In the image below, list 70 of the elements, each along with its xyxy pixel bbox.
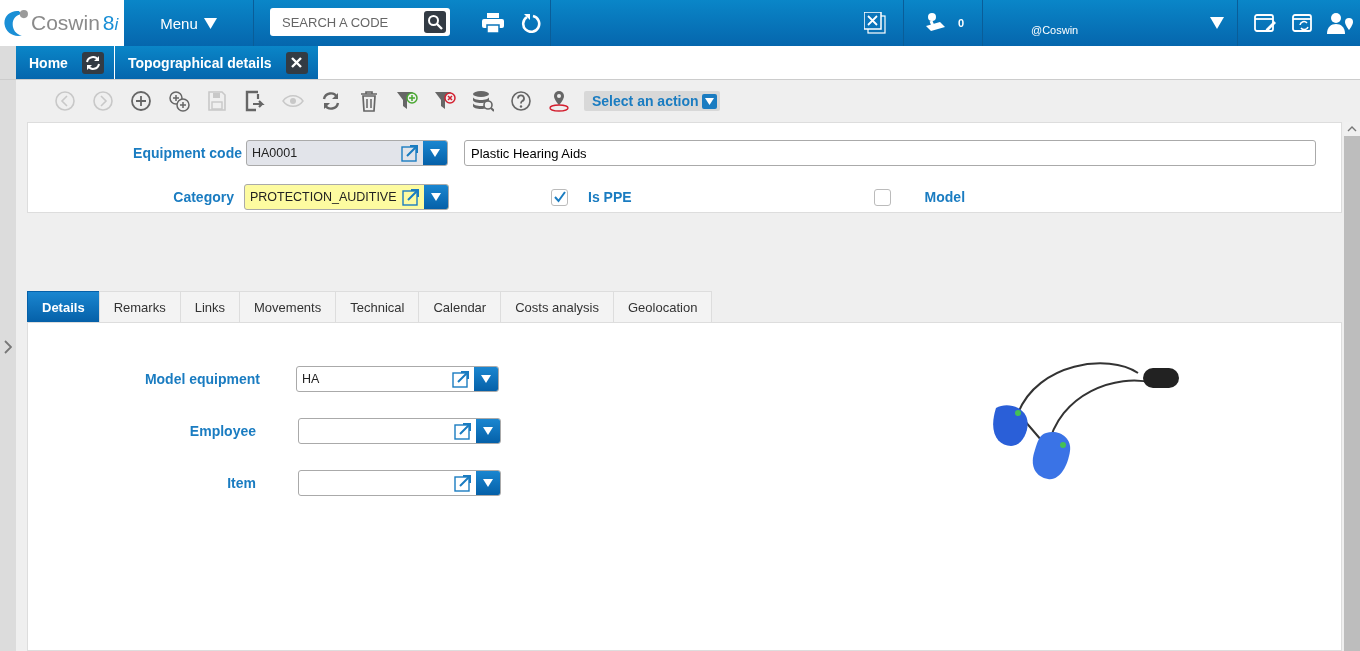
add-icon — [130, 90, 152, 112]
save-icon — [206, 90, 228, 112]
open-link-icon[interactable] — [401, 144, 419, 162]
help-icon — [510, 90, 532, 112]
dropdown-caret-icon[interactable] — [431, 193, 441, 201]
tab-title[interactable]: Topographical details — [127, 54, 272, 71]
field-label: Category — [172, 189, 234, 205]
open-link-icon[interactable] — [454, 422, 472, 440]
scroll-up-icon[interactable] — [1344, 122, 1360, 136]
dropdown-caret-icon[interactable] — [483, 479, 493, 487]
tab[interactable]: Costs analysis — [500, 291, 614, 322]
checkbox-label: Model — [924, 189, 966, 205]
dropdown-caret-icon[interactable] — [483, 427, 493, 435]
user-location-icon[interactable] — [1327, 12, 1355, 34]
field-label: Item — [226, 475, 256, 491]
search-field[interactable]: SEARCH A CODE — [270, 8, 450, 36]
forward-icon — [92, 90, 114, 112]
filter-remove-icon — [434, 90, 456, 112]
close-tab-button[interactable] — [285, 51, 308, 74]
category-field[interactable]: PROTECTION_AUDITIVE — [244, 184, 449, 210]
tab[interactable]: Links — [179, 291, 240, 322]
lookup-field[interactable]: HA — [296, 366, 499, 392]
edit-window-icon[interactable] — [1254, 13, 1276, 33]
dropdown-caret-icon[interactable] — [430, 149, 440, 157]
search-icon[interactable] — [427, 14, 443, 30]
caret-icon[interactable] — [1210, 17, 1224, 29]
filter-add-icon — [396, 90, 418, 112]
tab[interactable]: Geolocation — [613, 291, 713, 322]
print-icon[interactable] — [482, 13, 504, 33]
open-link-icon[interactable] — [402, 188, 420, 206]
refresh-icon[interactable] — [521, 13, 541, 33]
tab[interactable]: Movements — [239, 291, 337, 322]
location-icon — [548, 90, 570, 112]
tab[interactable]: Details — [27, 291, 100, 322]
refresh-icon — [320, 90, 342, 112]
dropdown-caret-icon[interactable] — [481, 375, 491, 383]
open-tab[interactable]: Home — [16, 46, 114, 79]
tab[interactable]: Technical — [335, 291, 420, 322]
caret-icon — [704, 97, 714, 105]
export-icon — [244, 90, 266, 112]
database-icon — [472, 90, 494, 112]
lookup-field[interactable] — [298, 470, 501, 496]
close-icon — [291, 57, 303, 68]
logo-icon — [4, 10, 28, 36]
checkbox[interactable] — [551, 188, 568, 206]
logo-name: Coswin — [31, 11, 100, 35]
tab[interactable]: Remarks — [98, 291, 181, 322]
spreadsheet-icon[interactable] — [863, 12, 886, 34]
sync-window-icon[interactable] — [1292, 13, 1314, 33]
caret-icon — [203, 17, 217, 29]
open-tab[interactable]: Topographical details — [114, 46, 318, 79]
user-name: @Coswin — [1030, 23, 1080, 38]
tab[interactable]: Calendar — [418, 291, 502, 322]
lookup-field[interactable] — [298, 418, 501, 444]
refresh-tab-button[interactable] — [81, 51, 104, 74]
add-multi-icon — [168, 90, 190, 112]
logo-version: 8i — [102, 11, 119, 35]
field-label: Equipment code — [132, 145, 242, 161]
refresh-icon — [84, 54, 101, 71]
open-link-icon[interactable] — [454, 474, 472, 492]
delete-icon — [358, 90, 380, 112]
checkbox[interactable] — [873, 188, 891, 206]
description-field[interactable]: Plastic Hearing Aids — [464, 140, 1316, 166]
field-label: Employee — [188, 423, 256, 439]
equipment-code-field[interactable]: HA0001 — [246, 140, 448, 166]
checkbox-label: Is PPE — [588, 189, 632, 205]
back-icon — [54, 90, 76, 112]
field-label: Model equipment — [143, 371, 260, 387]
open-link-icon[interactable] — [452, 370, 470, 388]
tab-title[interactable]: Home — [29, 54, 68, 71]
